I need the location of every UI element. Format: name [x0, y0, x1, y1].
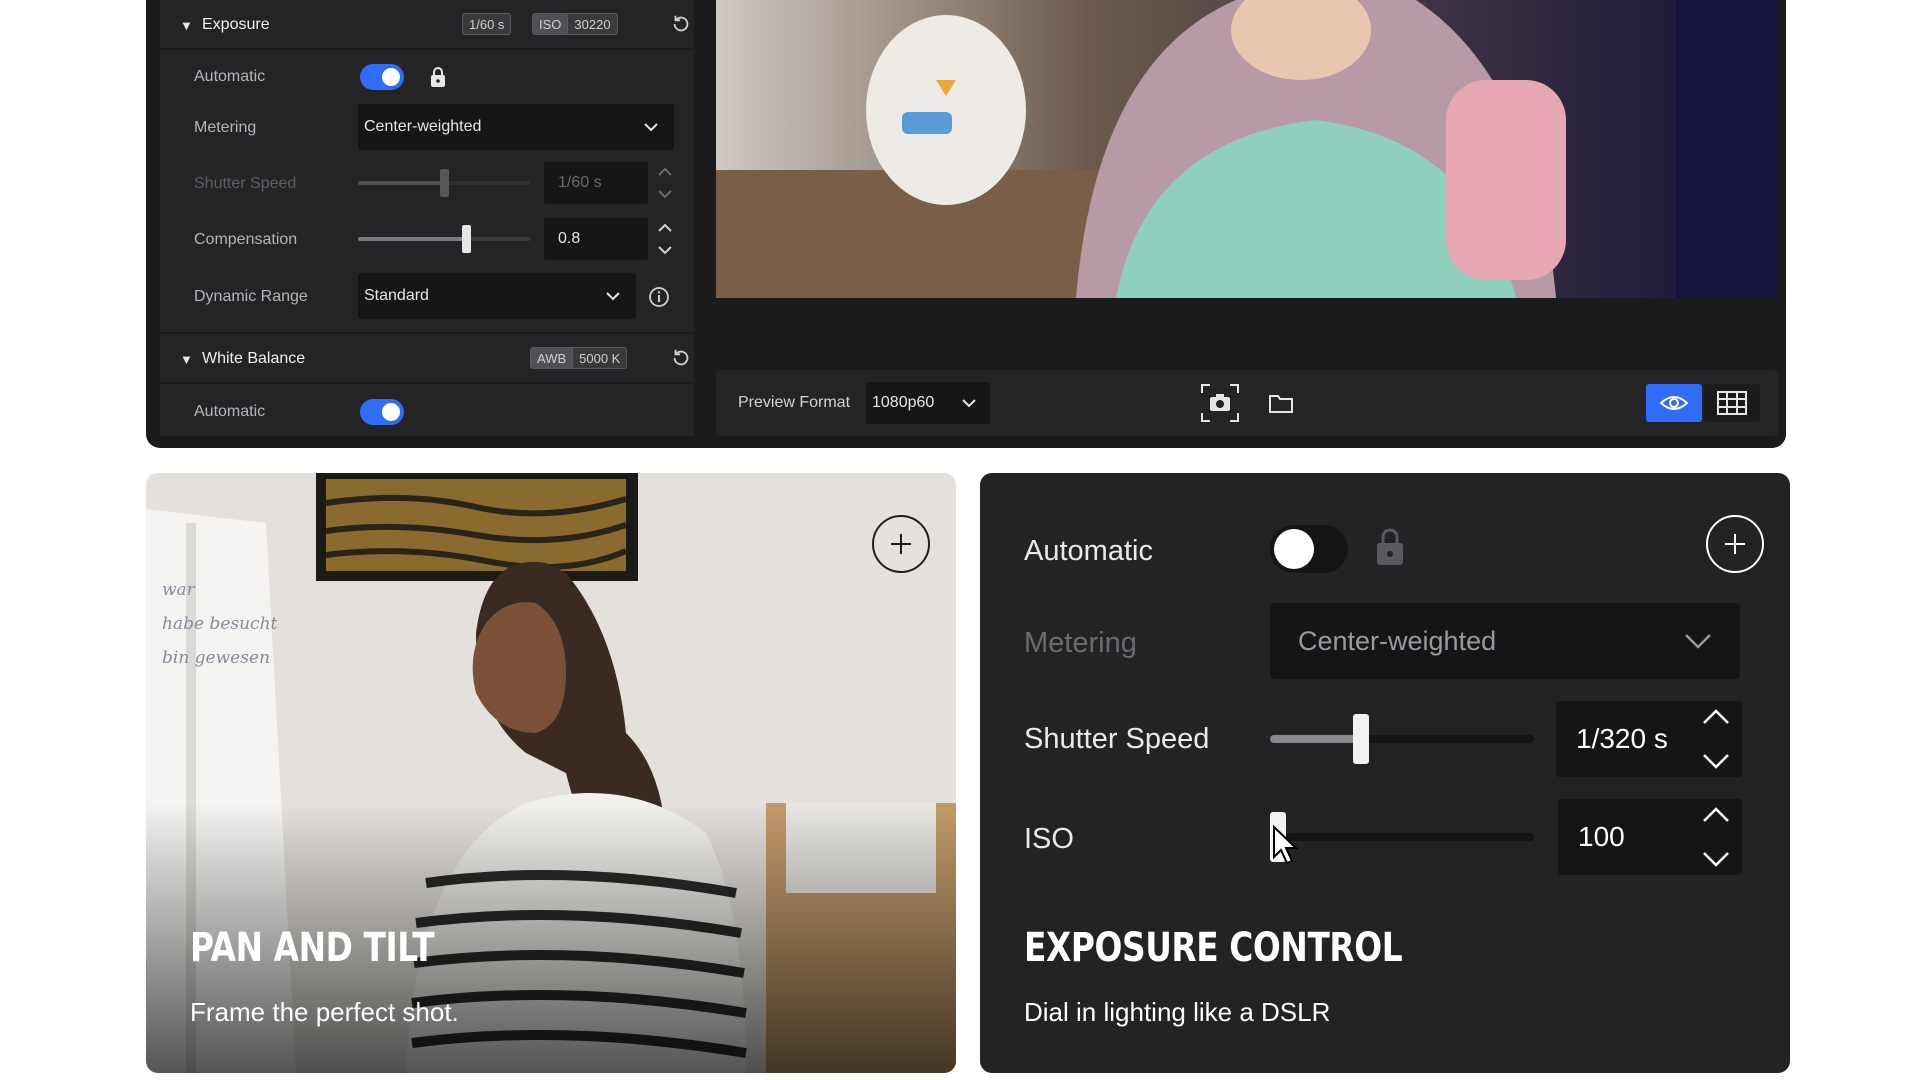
- iso-badge-value: 30220: [574, 16, 611, 32]
- card-metering-select[interactable]: Center-weighted: [1270, 603, 1740, 679]
- card-automatic-label: Automatic: [1024, 535, 1153, 567]
- pan-tilt-card: war habe besucht bin gewesen PAN AND TIL…: [146, 473, 956, 1073]
- wb-automatic-label: Automatic: [194, 403, 266, 420]
- settings-panel: ▼ Exposure 1/60 s ISO 30220 Automatic Me…: [160, 0, 694, 436]
- preview-format-select[interactable]: 1080p60: [866, 382, 990, 424]
- grid-overlay-button[interactable]: [1704, 384, 1760, 422]
- chevron-down-icon: [658, 246, 672, 255]
- automatic-toggle[interactable]: [360, 64, 404, 90]
- slider-thumb[interactable]: [462, 225, 471, 253]
- shutter-speed-slider[interactable]: [358, 169, 530, 197]
- whiteboard-notes: war habe besucht bin gewesen: [162, 573, 277, 675]
- slider-thumb[interactable]: [1353, 714, 1369, 764]
- shutter-stepper[interactable]: [654, 162, 676, 204]
- reset-exposure-icon[interactable]: [670, 13, 692, 35]
- camera-app-window: ▼ Exposure 1/60 s ISO 30220 Automatic Me…: [146, 0, 1786, 448]
- pan-tilt-photo: [146, 473, 956, 1073]
- exposure-section-title: Exposure: [202, 16, 270, 33]
- chevron-down-icon: [658, 190, 672, 199]
- exposure-control-title: EXPOSURE CONTROL: [1024, 925, 1403, 971]
- card-iso-label: ISO: [1024, 823, 1074, 855]
- metering-label: Metering: [194, 119, 257, 136]
- whiteboard-line: habe besucht: [162, 614, 278, 634]
- whiteboard-line: bin gewesen: [162, 648, 270, 668]
- mouse-cursor-icon: [1273, 824, 1299, 865]
- wb-automatic-toggle[interactable]: [360, 399, 404, 425]
- awb-badge: AWB 5000 K: [530, 347, 628, 369]
- awb-badge-label: AWB: [531, 348, 574, 368]
- exposure-control-subtitle: Dial in lighting like a DSLR: [1024, 997, 1331, 1027]
- card-metering-value: Center-weighted: [1298, 625, 1497, 656]
- chevron-down-icon: [644, 123, 658, 132]
- dynamic-range-label: Dynamic Range: [194, 288, 308, 305]
- iso-badge: ISO 30220: [532, 13, 618, 35]
- divider: [160, 48, 694, 50]
- pan-tilt-title: PAN AND TILT: [190, 925, 435, 971]
- dynamic-range-value: Standard: [364, 287, 429, 304]
- preview-area: Preview Format 1080p60: [716, 0, 1786, 448]
- lock-icon[interactable]: [428, 66, 448, 88]
- preview-format-value: 1080p60: [872, 394, 935, 411]
- lock-icon[interactable]: [1374, 527, 1406, 567]
- preview-toolbar: Preview Format 1080p60: [716, 370, 1778, 436]
- whiteboard-line: war: [162, 580, 195, 600]
- chevron-down-icon: [962, 399, 976, 408]
- card-iso-slider[interactable]: [1270, 812, 1534, 862]
- chevron-up-icon: [658, 223, 672, 232]
- snapshot-camera-icon[interactable]: [1200, 383, 1240, 423]
- shutter-badge-value: 1/60 s: [469, 16, 505, 32]
- shutter-speed-label: Shutter Speed: [194, 175, 297, 192]
- compensation-stepper[interactable]: [654, 218, 676, 260]
- divider: [160, 382, 694, 384]
- slider-fill: [358, 237, 464, 241]
- card-iso-stepper[interactable]: [1694, 799, 1738, 875]
- pan-tilt-subtitle: Frame the perfect shot.: [190, 997, 459, 1027]
- compensation-slider[interactable]: [358, 225, 530, 253]
- collapse-triangle-icon[interactable]: ▼: [180, 352, 193, 367]
- chevron-up-icon: [1703, 807, 1729, 822]
- card-shutter-speed-value: 1/320 s: [1576, 723, 1668, 754]
- chevron-up-icon: [1703, 709, 1729, 724]
- dynamic-range-select[interactable]: Standard: [358, 273, 636, 319]
- chevron-down-icon: [1685, 634, 1711, 649]
- automatic-label: Automatic: [194, 68, 266, 85]
- chevron-up-icon: [658, 167, 672, 176]
- chevron-down-icon: [1703, 754, 1729, 769]
- toggle-knob: [1274, 529, 1314, 569]
- grid-icon: [1717, 391, 1747, 415]
- chevron-down-icon: [1703, 852, 1729, 867]
- info-icon[interactable]: [648, 286, 670, 308]
- reset-white-balance-icon[interactable]: [670, 347, 692, 369]
- collapse-triangle-icon[interactable]: ▼: [180, 18, 193, 33]
- slider-thumb[interactable]: [440, 169, 449, 197]
- preview-format-label: Preview Format: [738, 394, 851, 411]
- expand-pan-tilt-button[interactable]: [872, 515, 930, 573]
- card-automatic-toggle[interactable]: [1270, 525, 1348, 573]
- card-shutter-speed-slider[interactable]: [1270, 714, 1534, 764]
- slider-fill: [358, 181, 442, 185]
- iso-badge-label: ISO: [533, 14, 569, 34]
- compensation-label: Compensation: [194, 231, 298, 248]
- metering-value: Center-weighted: [364, 118, 482, 135]
- shutter-speed-input[interactable]: 1/60 s: [544, 162, 648, 204]
- compensation-input[interactable]: 0.8: [544, 218, 648, 260]
- card-metering-label: Metering: [1024, 627, 1137, 659]
- card-iso-value: 100: [1578, 821, 1625, 852]
- folder-icon[interactable]: [1268, 392, 1294, 414]
- eye-icon: [1659, 396, 1689, 410]
- plus-icon: [1725, 534, 1745, 554]
- view-toggle-button[interactable]: [1646, 384, 1702, 422]
- metering-select[interactable]: Center-weighted: [358, 104, 674, 150]
- chevron-down-icon: [606, 292, 620, 301]
- card-shutter-stepper[interactable]: [1694, 701, 1738, 777]
- shutter-badge: 1/60 s: [462, 13, 512, 35]
- camera-preview-image: [716, 0, 1778, 298]
- slider-fill: [1270, 735, 1360, 743]
- expand-exposure-button[interactable]: [1706, 515, 1764, 573]
- awb-badge-value: 5000 K: [579, 350, 621, 366]
- exposure-control-card: Automatic Metering Center-weighted Shutt…: [980, 473, 1790, 1073]
- card-shutter-speed-label: Shutter Speed: [1024, 723, 1210, 755]
- white-balance-title: White Balance: [202, 350, 306, 367]
- plus-icon: [891, 534, 911, 554]
